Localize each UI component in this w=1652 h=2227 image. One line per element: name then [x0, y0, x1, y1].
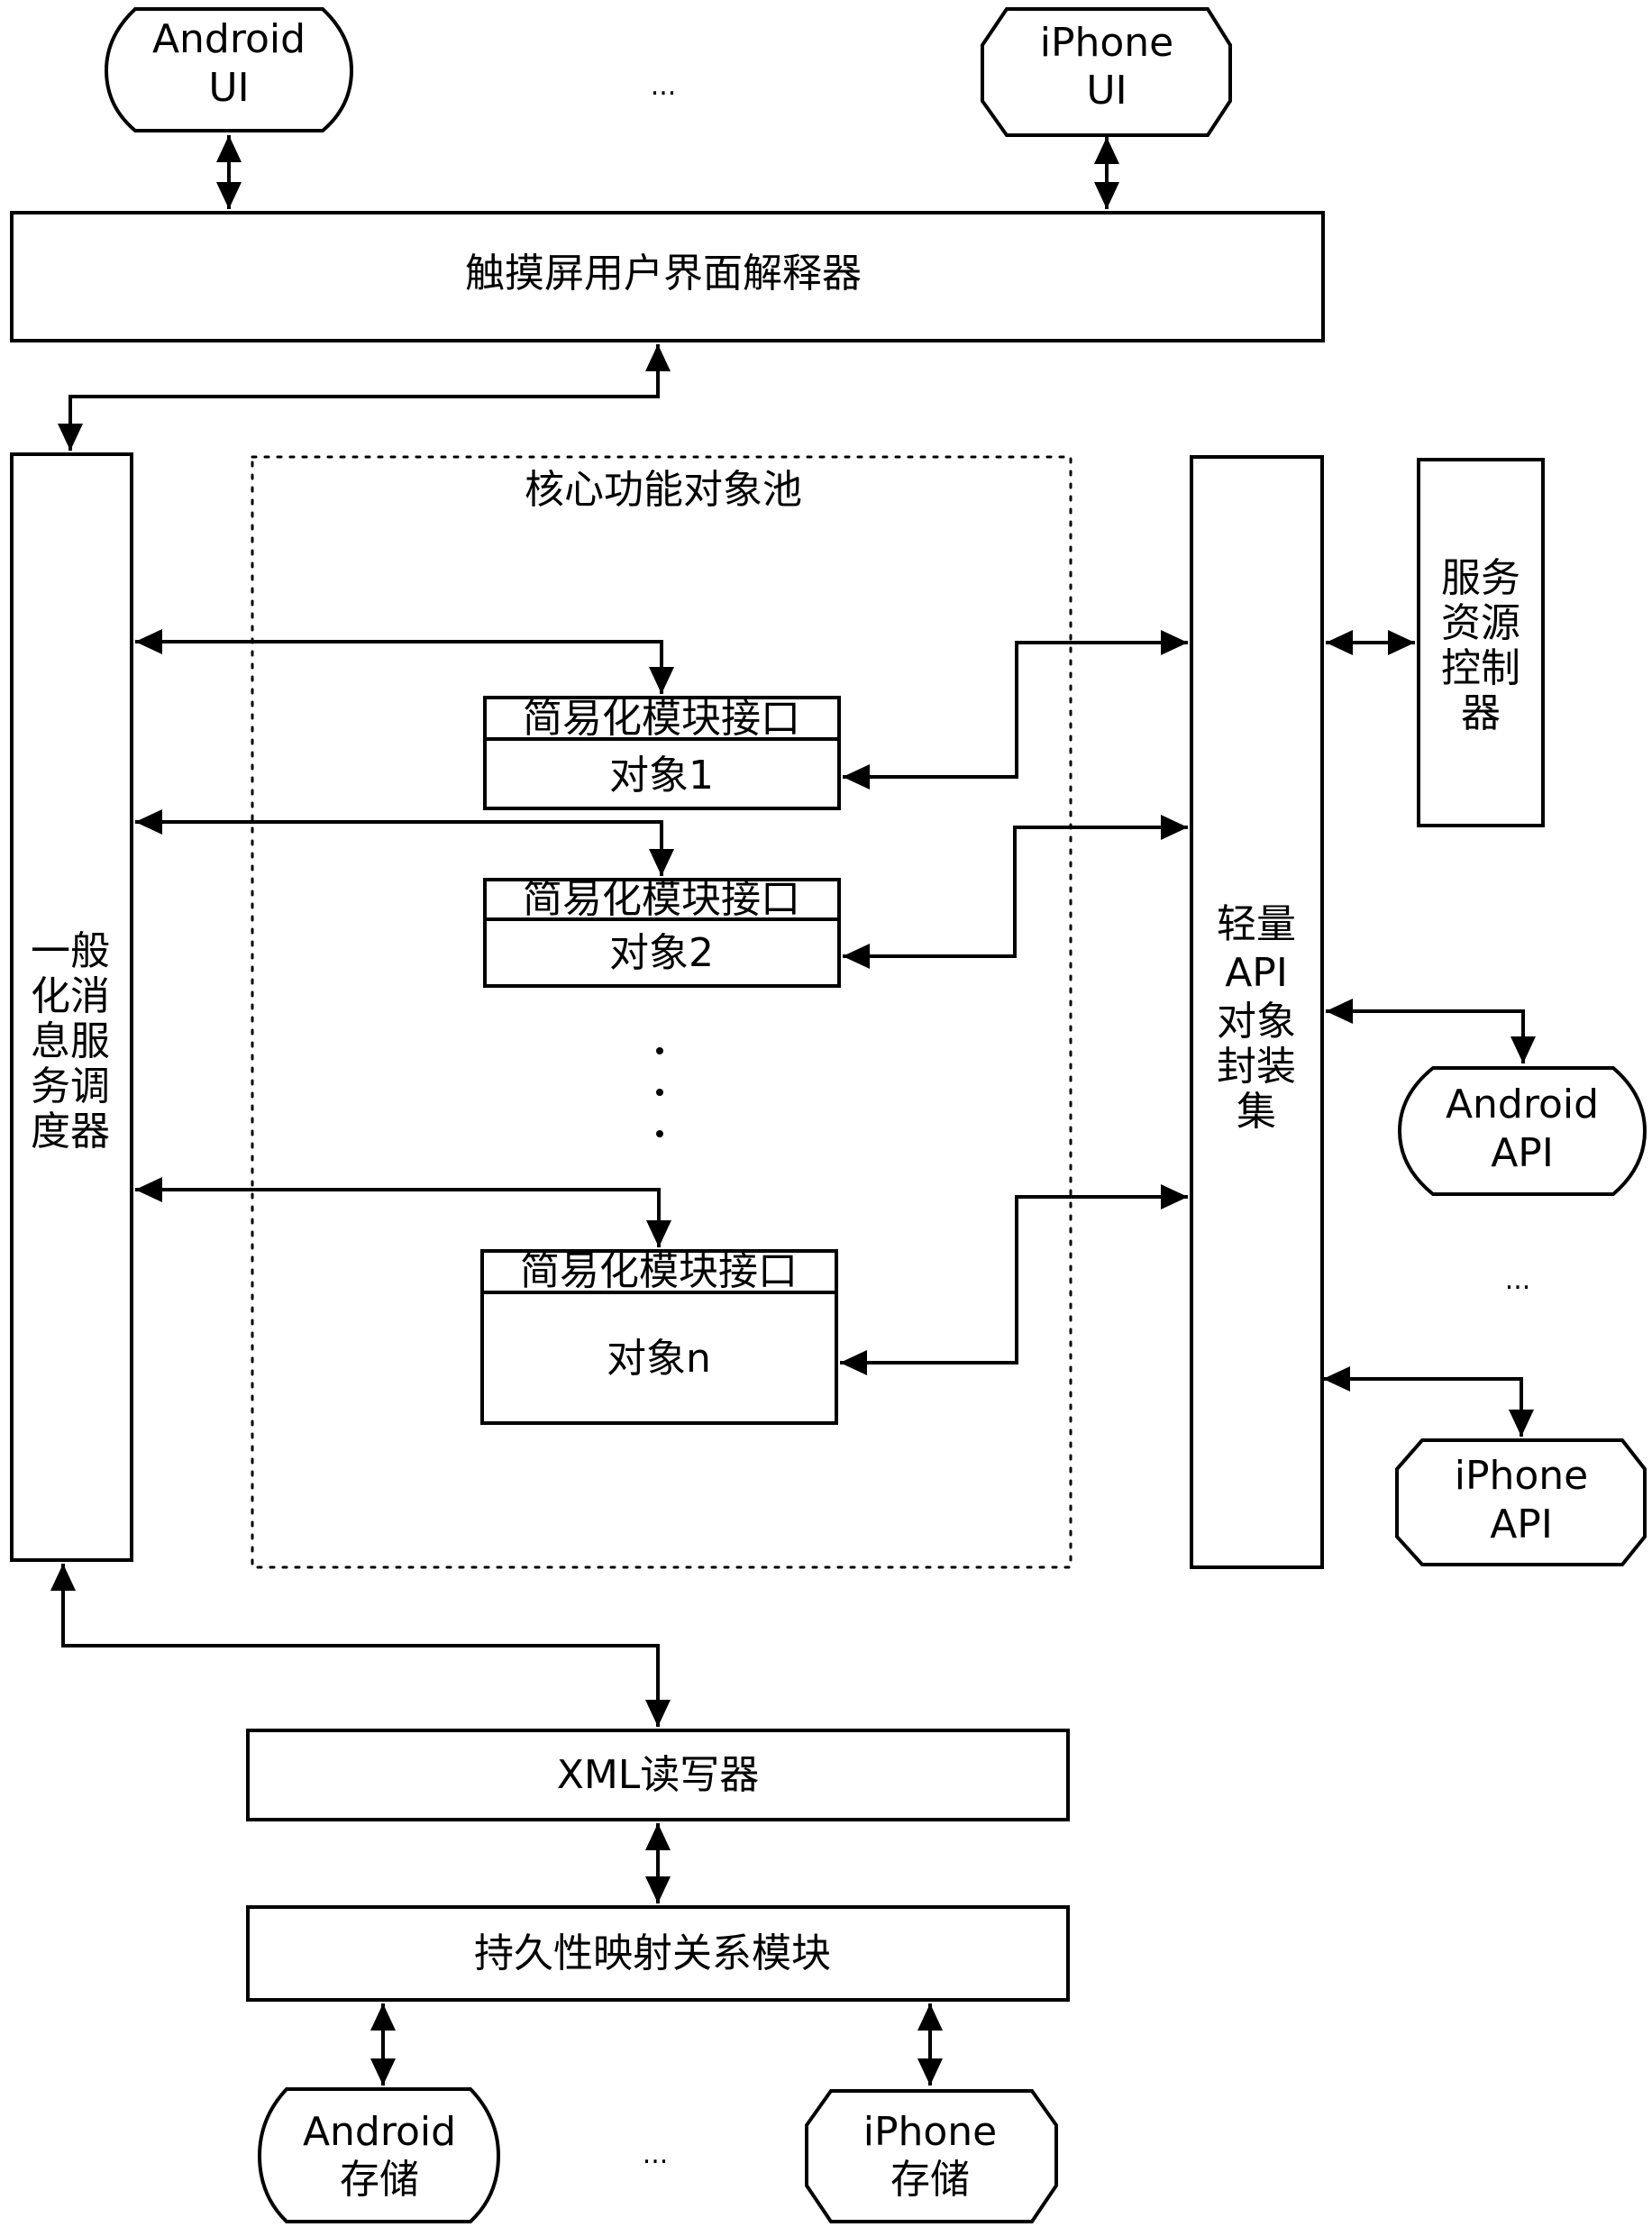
xml-reader-writer-label: XML读写器	[557, 1752, 760, 1798]
object-2-interface: 简易化模块接口	[523, 876, 800, 922]
api-android-arrow	[1326, 999, 1536, 1063]
service-label-1: 服务	[1441, 555, 1520, 601]
api-wrapper-label-1: 轻量	[1217, 901, 1296, 947]
api-wrapper-label-5: 集	[1237, 1089, 1276, 1135]
android-api-line1: Android	[1446, 1082, 1599, 1127]
iphone-storage-node: iPhone 存储	[805, 2089, 1058, 2223]
android-ui-line1: Android	[152, 16, 306, 62]
dispatcher-xml-arrow	[50, 1564, 671, 1727]
api-ellipsis: ...	[1505, 1264, 1531, 1296]
vertical-dot-1	[656, 1047, 663, 1054]
object-box-n: 简易化模块接口 对象n	[480, 1248, 838, 1425]
touch-dispatcher-arrow	[58, 344, 671, 451]
dispatcher-label-4: 务调	[31, 1063, 110, 1109]
android-ui-node: Android UI	[104, 7, 354, 132]
object-box-1: 简易化模块接口 对象1	[483, 696, 841, 810]
objectn-api-arrow	[840, 1184, 1188, 1375]
storage-ellipsis: ...	[643, 2139, 669, 2170]
touch-ui-interpreter-label: 触摸屏用户界面解释器	[465, 251, 862, 297]
iphone-ui-line1: iPhone	[1040, 20, 1174, 66]
android-ui-line2: UI	[208, 65, 249, 111]
service-label-4: 器	[1461, 690, 1501, 736]
vertical-dot-3	[656, 1130, 663, 1137]
service-controller-box: 服务 资源 控制 器	[1417, 458, 1545, 827]
api-iphone-arrow	[1323, 1366, 1534, 1437]
persistence-mapping-label: 持久性映射关系模块	[474, 1930, 831, 1976]
message-dispatcher-box: 一般 化消 息服 务调 度器	[10, 452, 133, 1562]
api-wrapper-label-4: 封装	[1217, 1044, 1296, 1090]
android-api-line2: API	[1491, 1130, 1554, 1176]
dispatcher-object2-arrow	[135, 809, 674, 876]
iphone-api-line1: iPhone	[1455, 1453, 1589, 1499]
iphone-ui-node: iPhone UI	[981, 7, 1232, 137]
dispatcher-label-3: 息服	[31, 1018, 110, 1064]
object2-api-arrow	[843, 815, 1188, 969]
architecture-diagram: Android UI ... iPhone UI 触摸屏用户界面解释器 一般 化…	[10, 7, 1647, 2223]
android-storage-line1: Android	[303, 2109, 456, 2155]
dispatcher-object1-arrow	[135, 629, 674, 694]
object-2-name: 对象2	[609, 930, 714, 976]
core-pool-title: 核心功能对象池	[525, 467, 802, 513]
vertical-dot-2	[656, 1089, 663, 1096]
xml-reader-writer-box: XML读写器	[246, 1729, 1070, 1821]
dispatcher-label-1: 一般	[31, 928, 110, 974]
persistence-mapping-box: 持久性映射关系模块	[246, 1905, 1070, 2002]
iphone-storage-line2: 存储	[890, 2157, 970, 2203]
iphone-storage-line1: iPhone	[863, 2109, 998, 2155]
api-wrapper-label-2: API	[1225, 950, 1288, 996]
service-label-3: 控制	[1441, 645, 1520, 691]
iphone-ui-line2: UI	[1086, 68, 1127, 114]
android-storage-line2: 存储	[340, 2157, 419, 2203]
dispatcher-label-5: 度器	[31, 1109, 110, 1155]
object1-api-arrow	[843, 630, 1188, 789]
top-ellipsis: ...	[651, 70, 677, 102]
api-wrapper-label-3: 对象	[1217, 999, 1296, 1045]
object-1-name: 对象1	[609, 753, 714, 799]
service-label-2: 资源	[1441, 600, 1520, 646]
android-api-node: Android API	[1397, 1066, 1647, 1196]
iphone-api-line2: API	[1490, 1501, 1553, 1547]
android-storage-node: Android 存储	[257, 2087, 501, 2223]
object-1-interface: 简易化模块接口	[523, 696, 800, 742]
dispatcher-label-2: 化消	[31, 973, 110, 1019]
touch-ui-interpreter-box: 触摸屏用户界面解释器	[10, 211, 1325, 342]
object-box-2: 简易化模块接口 对象2	[483, 876, 841, 988]
object-n-name: 对象n	[607, 1336, 711, 1382]
api-wrapper-box: 轻量 API 对象 封装 集	[1190, 455, 1324, 1569]
object-n-interface: 简易化模块接口	[520, 1248, 798, 1294]
iphone-api-node: iPhone API	[1395, 1438, 1647, 1566]
dispatcher-objectn-arrow	[135, 1177, 671, 1247]
